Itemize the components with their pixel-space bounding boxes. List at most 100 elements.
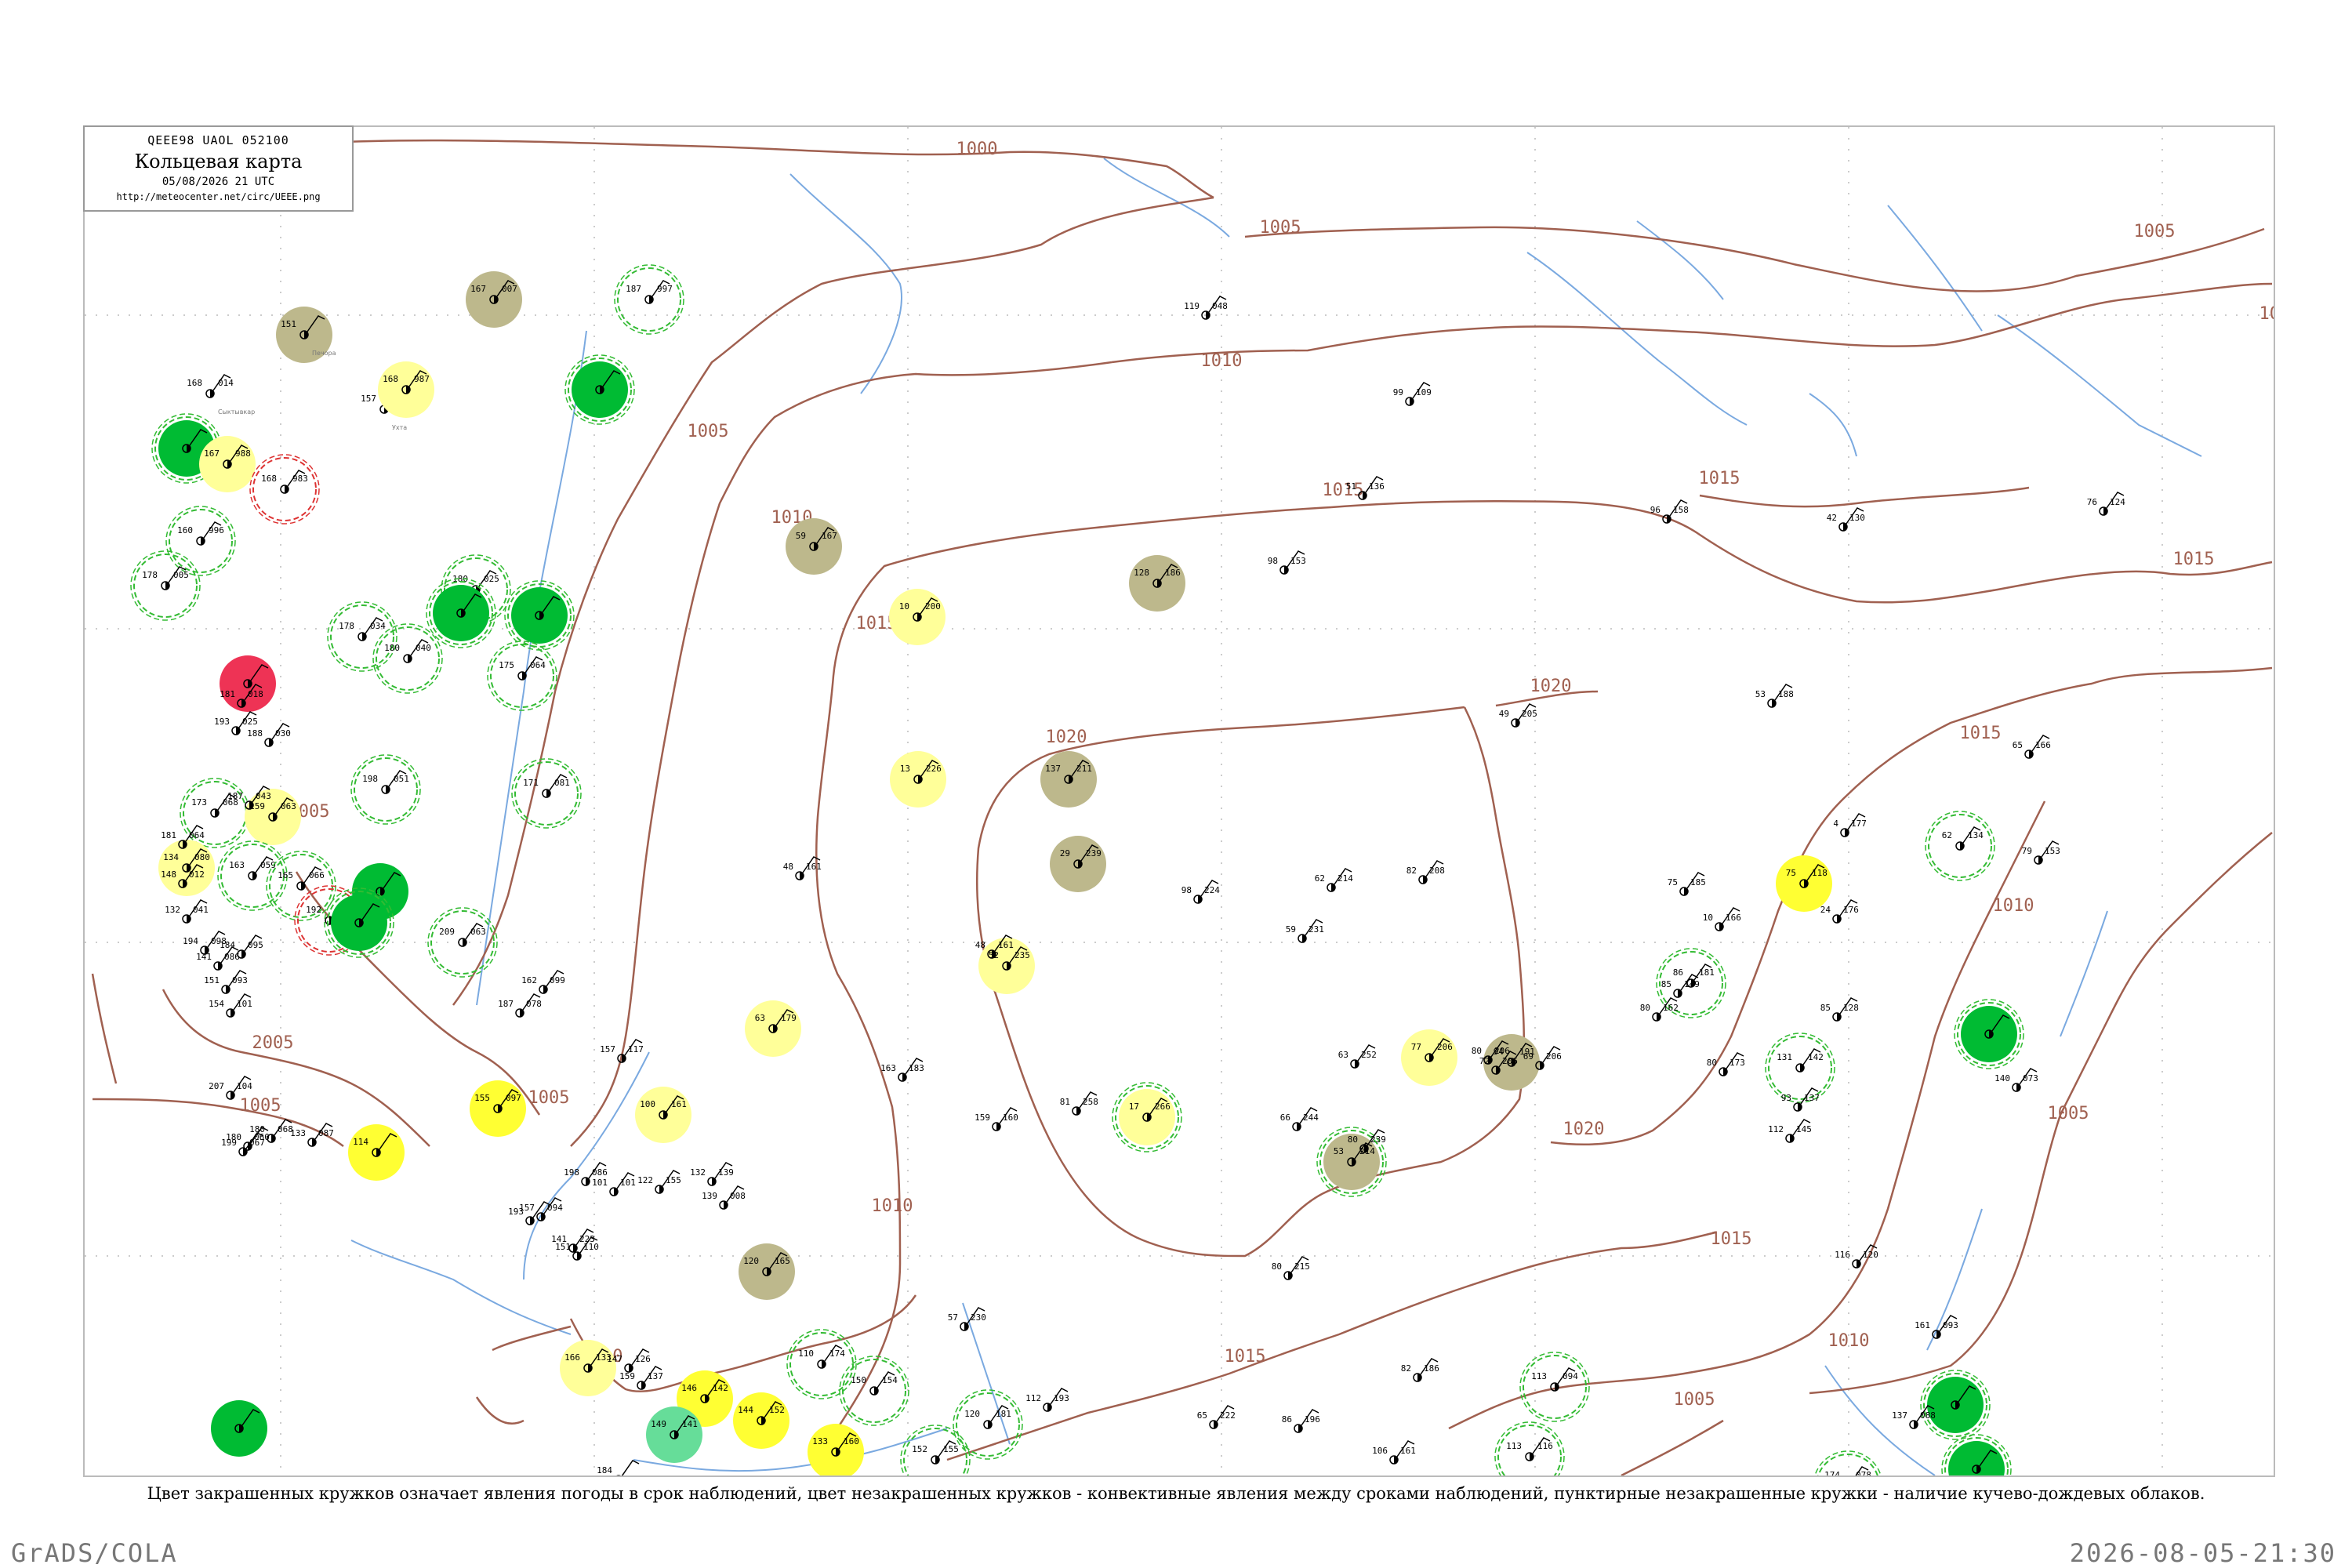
station-marker[interactable]: 157 117 (600, 1039, 644, 1063)
station-marker[interactable]: 53 188 (1755, 684, 1794, 708)
station-marker[interactable]: 80 215 (1272, 1256, 1310, 1280)
station-marker[interactable]: 113 094 (1519, 1352, 1590, 1422)
station-marker[interactable]: 141 086 (196, 946, 240, 971)
station-marker[interactable]: 188 030 (247, 723, 291, 747)
station-marker[interactable]: 144 152 (733, 1392, 789, 1449)
station-marker[interactable]: 159 160 (975, 1107, 1018, 1131)
station-marker[interactable]: 65 166 (2013, 735, 2051, 759)
station-marker[interactable]: 62 214 (1315, 868, 1353, 892)
station-marker[interactable]: 80 162 (1640, 997, 1679, 1022)
station-marker[interactable]: 4 177 (1833, 813, 1867, 837)
station-marker[interactable]: 10 166 (1703, 907, 1741, 931)
station-marker[interactable]: 10 200 (889, 589, 946, 645)
station-marker[interactable]: 63 179 (745, 1000, 801, 1057)
station-marker[interactable]: 81 258 (1060, 1091, 1098, 1116)
station-marker[interactable]: 149 141 (646, 1406, 702, 1463)
station-marker[interactable]: 82 208 (1406, 860, 1445, 884)
station-marker[interactable]: 168 014 Сыктывкар (187, 374, 255, 416)
station-marker[interactable]: 140 073 (1994, 1068, 2038, 1092)
station-marker[interactable]: 194 098 (183, 931, 227, 955)
station-marker[interactable]: 49 205 (1499, 703, 1537, 728)
station-marker[interactable]: 168 983 (249, 454, 320, 524)
station-marker[interactable]: 76 124 (2087, 492, 2125, 516)
station-marker[interactable]: 65 222 (1197, 1405, 1236, 1429)
station-marker[interactable]: 161 093 (1915, 1315, 1958, 1339)
station-marker[interactable]: 99 109 (1393, 382, 1432, 406)
station-marker[interactable]: 98 153 (1268, 550, 1306, 575)
station-marker[interactable]: 198 051 (350, 754, 421, 825)
station-marker[interactable]: 96 158 (1650, 499, 1689, 524)
station-marker[interactable]: 184 (597, 1460, 640, 1477)
station-marker[interactable]: 80 173 (1707, 1052, 1745, 1076)
station-marker[interactable]: 59 167 (786, 518, 842, 575)
station-marker[interactable]: 168 987 (378, 361, 434, 418)
station-marker[interactable]: 82 186 (1401, 1358, 1439, 1382)
station-marker[interactable]: 162 099 (521, 970, 565, 994)
station-marker[interactable]: 75 118 (1776, 855, 1832, 912)
station-marker[interactable]: 157 094 (519, 1197, 563, 1221)
station-marker[interactable] (1954, 999, 2024, 1069)
station-marker[interactable]: 62 134 (1925, 811, 1995, 881)
station-marker[interactable]: 187 997 (614, 264, 684, 335)
station-marker[interactable] (220, 655, 276, 712)
station-marker[interactable]: 132 139 (690, 1162, 734, 1186)
station-marker[interactable]: 163 183 (880, 1058, 924, 1082)
station-marker[interactable]: 59 231 (1286, 919, 1324, 943)
station-marker[interactable]: 42 130 (1827, 507, 1865, 532)
station-marker[interactable]: 133 160 (808, 1424, 864, 1477)
station-marker[interactable] (504, 580, 575, 651)
station-marker[interactable]: 79 153 (2022, 840, 2060, 865)
station-marker[interactable]: 166 133 (560, 1340, 616, 1396)
station-marker[interactable]: 110 174 (786, 1329, 857, 1399)
station-marker[interactable]: 85 128 (1820, 997, 1859, 1022)
station-marker[interactable]: 86 196 (1282, 1409, 1320, 1433)
station-marker[interactable]: 112 193 (1025, 1388, 1069, 1412)
station-marker[interactable]: 13 226 (890, 751, 946, 808)
station-marker[interactable]: 187 078 (498, 993, 542, 1018)
station-marker[interactable]: 100 161 (635, 1087, 691, 1143)
station-marker[interactable]: 112 145 (1768, 1119, 1812, 1143)
map-area[interactable]: 1000100510051010101010051010101510151015… (83, 125, 2275, 1477)
station-marker[interactable]: 24 176 (1820, 899, 1859, 924)
station-marker[interactable]: 119 048 (1184, 296, 1228, 320)
station-marker[interactable]: 154 101 (209, 993, 252, 1018)
station-marker[interactable]: 57 230 (948, 1307, 986, 1331)
map-url[interactable]: http://meteocenter.net/circ/UEEE.png (85, 191, 352, 202)
station-marker[interactable]: 114 (348, 1124, 405, 1181)
station-marker[interactable]: 17 266 (1112, 1082, 1182, 1152)
station-marker[interactable] (1941, 1434, 2012, 1477)
station-marker[interactable]: 126207 (1094, 1476, 1138, 1477)
station-marker[interactable]: 178 005 (130, 550, 201, 621)
station-marker[interactable]: 137 211 (1040, 751, 1097, 808)
station-marker[interactable]: 75 185 (1668, 872, 1706, 896)
station-marker[interactable]: 98 224 (1181, 880, 1220, 904)
station-marker[interactable]: 151 093 (204, 970, 248, 994)
station-marker[interactable]: 134 080 (158, 840, 215, 896)
station-marker[interactable]: 180 040 (372, 623, 443, 694)
station-marker[interactable]: 155 097 (470, 1080, 526, 1137)
station-marker[interactable]: 120 165 (739, 1243, 795, 1300)
station-marker[interactable]: 122 155 (637, 1170, 681, 1194)
station-marker[interactable] (426, 578, 496, 648)
station-marker[interactable]: 174 078 (1813, 1450, 1882, 1477)
station-marker[interactable]: 120 181 (953, 1389, 1023, 1460)
station-marker[interactable]: 66 244 (1280, 1107, 1319, 1131)
station-marker[interactable] (211, 1400, 267, 1457)
station-marker[interactable]: 133 087 (290, 1123, 334, 1147)
station-marker[interactable]: 128 186 (1129, 555, 1185, 612)
station-marker[interactable]: 29 239 (1050, 836, 1106, 892)
station-marker[interactable]: 167 007 (466, 271, 522, 328)
station-marker[interactable]: 160 996 (165, 506, 236, 576)
station-marker[interactable]: 131 142 (1765, 1033, 1835, 1103)
station-marker[interactable]: 132 041 (165, 899, 209, 924)
station-marker[interactable]: 113 116 (1494, 1421, 1565, 1477)
station-marker[interactable]: 159 063 (245, 789, 301, 845)
station-marker[interactable]: 167 988 (199, 436, 256, 492)
station-marker[interactable]: 106 161 (1372, 1440, 1416, 1465)
station-marker[interactable]: 93 137 (1781, 1087, 1820, 1112)
station-marker[interactable]: 139 008 (702, 1185, 746, 1210)
station-marker[interactable]: 63 252 (1338, 1044, 1377, 1069)
station-marker[interactable]: 171 081 (511, 758, 582, 829)
station-marker[interactable]: 159 137 (619, 1366, 663, 1390)
station-marker[interactable] (564, 354, 635, 425)
